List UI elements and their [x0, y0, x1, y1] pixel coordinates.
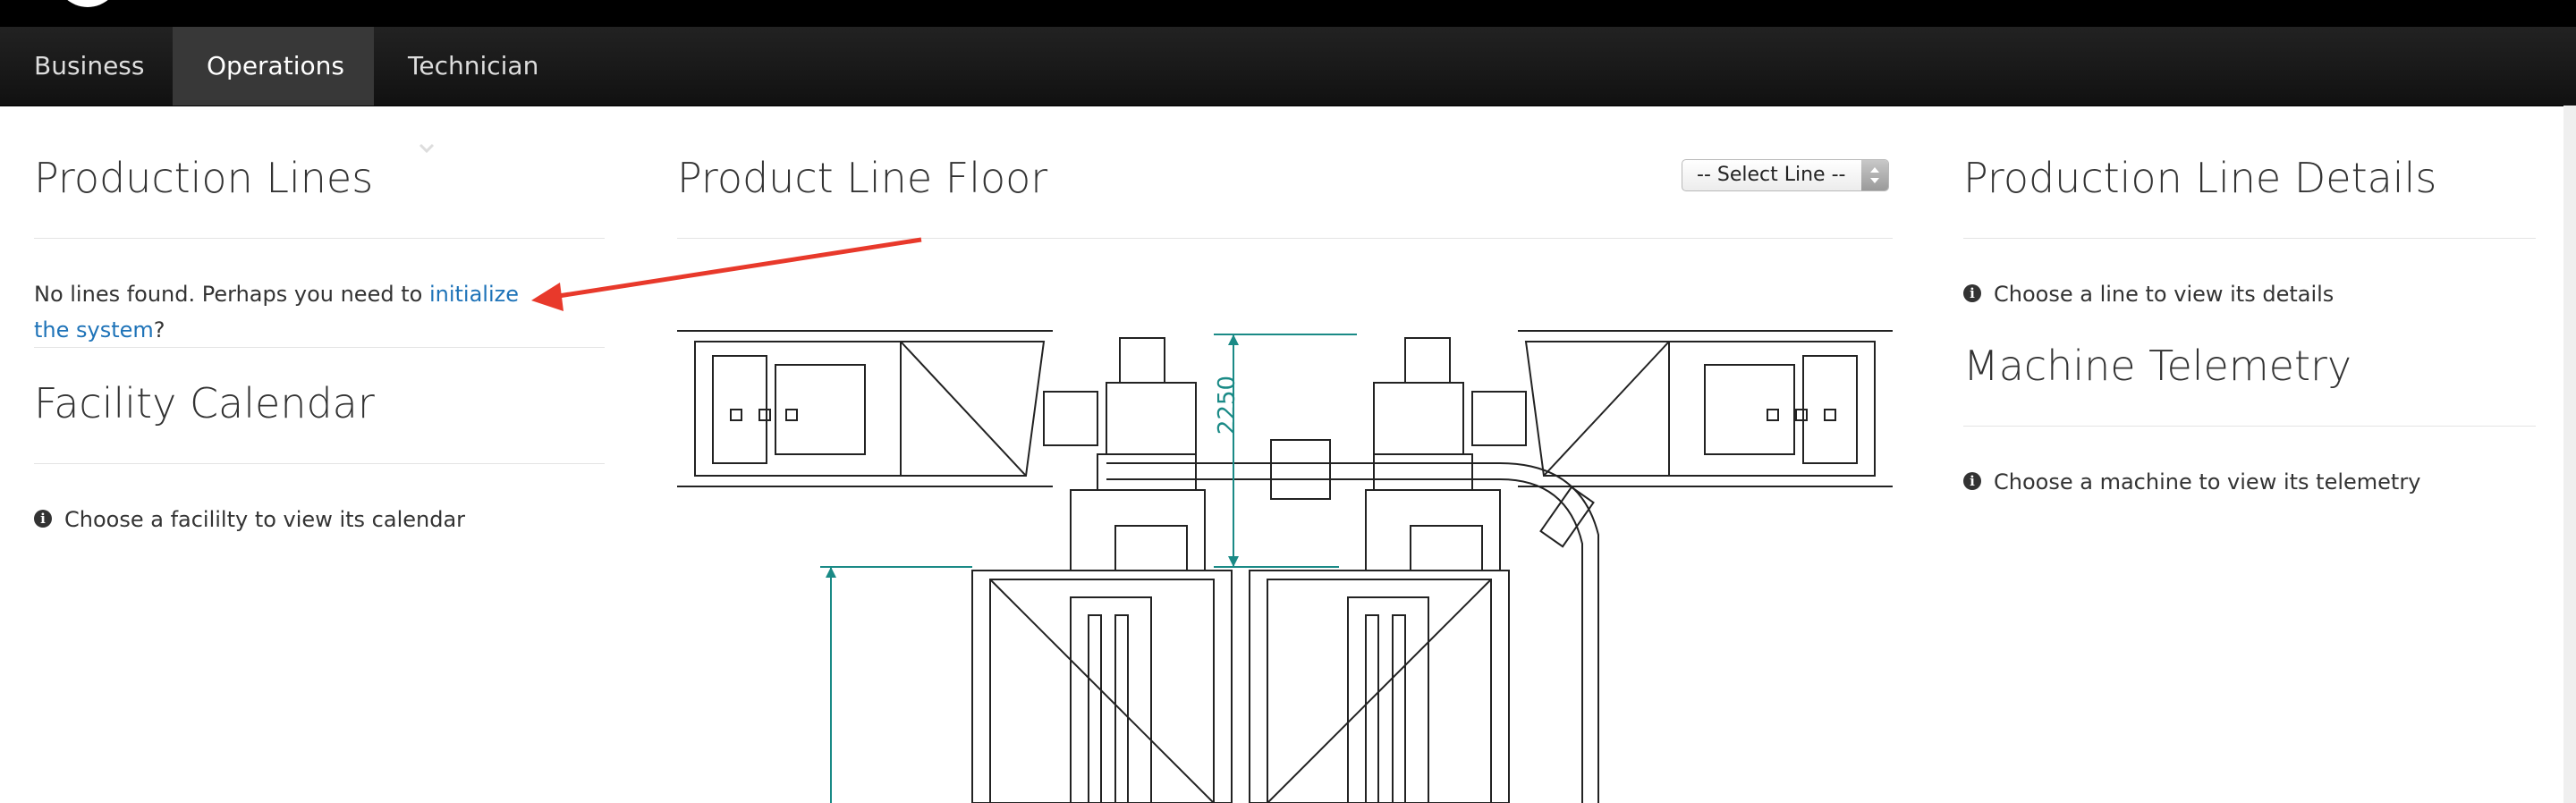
production-lines-title: Production Lines [34, 154, 374, 202]
no-lines-message: No lines found. Perhaps you need to init… [34, 276, 553, 348]
details-message: i Choose a line to view its details [1963, 276, 2334, 312]
nav-item-business[interactable]: Business [0, 27, 173, 106]
facility-calendar-title: Facility Calendar [34, 379, 375, 427]
production-line-details-title: Production Line Details [1963, 154, 2437, 202]
top-header-bar [0, 0, 2576, 27]
facility-calendar-text: Choose a facililty to view its calendar [64, 507, 466, 532]
nav-item-label: Technician [408, 51, 539, 80]
info-icon: i [1963, 472, 1981, 490]
telemetry-message: i Choose a machine to view its telemetry [1963, 464, 2420, 500]
divider [1963, 426, 2536, 427]
page-scrollbar[interactable] [2563, 106, 2576, 803]
details-text: Choose a line to view its details [1994, 282, 2334, 307]
divider [34, 463, 605, 464]
select-line-dropdown[interactable]: -- Select Line -- [1682, 159, 1889, 191]
floor-plan-drawing[interactable]: 2250 [677, 320, 1893, 803]
select-line-value: -- Select Line -- [1697, 164, 1846, 186]
info-icon: i [34, 510, 52, 528]
product-line-floor-title: Product Line Floor [677, 154, 1048, 202]
telemetry-text: Choose a machine to view its telemetry [1994, 469, 2421, 494]
logo[interactable] [55, 0, 120, 7]
nav-item-technician[interactable]: Technician [374, 27, 589, 154]
no-lines-suffix: ? [153, 317, 165, 342]
machine-telemetry-title: Machine Telemetry [1963, 342, 2352, 390]
nav-item-operations[interactable]: Operations [173, 27, 374, 106]
divider [677, 238, 1893, 239]
divider [34, 347, 605, 348]
main-navbar: Business Operations Technician [0, 27, 2576, 154]
nav-item-label: Business [34, 51, 145, 80]
divider [1963, 238, 2536, 239]
no-lines-text: No lines found. Perhaps you need to [34, 282, 429, 307]
info-icon: i [1963, 284, 1981, 302]
facility-calendar-message: i Choose a facililty to view its calendar [34, 502, 465, 537]
nav-item-label: Operations [207, 51, 344, 80]
divider [34, 238, 605, 239]
dimension-label: 2250 [1214, 375, 1241, 435]
select-arrows-icon [1861, 160, 1888, 190]
chevron-down-icon [419, 106, 435, 185]
